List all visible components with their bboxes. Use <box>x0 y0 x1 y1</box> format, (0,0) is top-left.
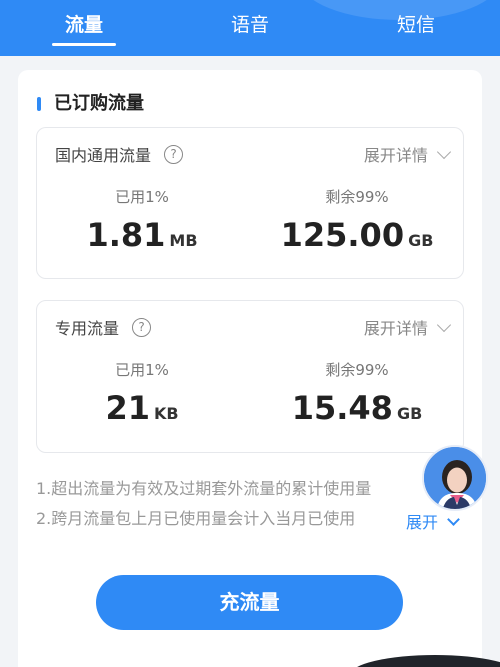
card-name: 专用流量 ? <box>55 317 152 341</box>
remaining-stat: 剩余99% 15.48 GB <box>267 359 447 427</box>
used-value: 21 KB <box>77 389 207 427</box>
used-value: 1.81 MB <box>77 216 207 254</box>
used-value-number: 21 <box>105 389 150 427</box>
used-stat: 已用1% 1.81 MB <box>77 186 207 254</box>
remaining-value: 125.00 GB <box>267 216 447 254</box>
flow-page: 流量 语音 短信 已订购流量 国内通用流量 ? 展开详情 已用1% 1.81 MB <box>0 0 500 667</box>
used-value-number: 1.81 <box>86 216 166 254</box>
notes-expand-label: 展开 <box>406 513 439 532</box>
customer-service-avatar[interactable] <box>422 445 488 511</box>
used-stat: 已用1% 21 KB <box>77 359 207 427</box>
used-label: 已用1% <box>115 361 169 379</box>
remaining-value-number: 15.48 <box>291 389 393 427</box>
used-value-unit: KB <box>153 404 179 423</box>
expand-details-button[interactable]: 展开详情 <box>363 317 452 341</box>
card-name: 国内通用流量 ? <box>55 144 184 168</box>
card-name-text: 专用流量 <box>55 319 120 338</box>
notes-expand-button[interactable]: 展开 <box>404 508 460 538</box>
section-title: 已订购流量 <box>36 90 144 118</box>
chevron-down-icon <box>436 317 452 333</box>
remaining-value-unit: GB <box>408 231 434 250</box>
note-item: 1.超出流量为有效及过期套外流量的累计使用量 <box>36 479 372 498</box>
tab-flow-label: 流量 <box>64 14 103 36</box>
tab-flow[interactable]: 流量 <box>52 10 116 46</box>
recharge-flow-label: 充流量 <box>219 590 280 614</box>
remaining-value: 15.48 GB <box>267 389 447 427</box>
top-tab-bar: 流量 语音 短信 <box>0 0 500 56</box>
remaining-stat: 剩余99% 125.00 GB <box>267 186 447 254</box>
remaining-value-unit: GB <box>396 404 423 423</box>
remaining-label: 剩余99% <box>325 361 389 379</box>
expand-details-label: 展开详情 <box>363 146 428 165</box>
expand-details-button[interactable]: 展开详情 <box>363 144 452 168</box>
used-label: 已用1% <box>115 188 169 206</box>
help-icon[interactable]: ? <box>132 318 152 337</box>
active-tab-indicator <box>52 43 116 46</box>
tab-voice-label: 语音 <box>230 14 269 36</box>
section-title-text: 已订购流量 <box>54 93 144 114</box>
dedicated-flow-card: 专用流量 ? 展开详情 已用1% 21 KB 剩余99% 15.48 GB <box>36 300 464 453</box>
tab-voice[interactable]: 语音 <box>222 10 278 40</box>
used-value-unit: MB <box>169 231 198 250</box>
notes-list: 1.超出流量为有效及过期套外流量的累计使用量 2.跨月流量包上月已使用量会计入当… <box>36 474 456 534</box>
card-name-text: 国内通用流量 <box>55 146 152 165</box>
remaining-value-number: 125.00 <box>280 216 405 254</box>
expand-details-label: 展开详情 <box>363 319 428 338</box>
chevron-down-icon <box>436 144 452 160</box>
domestic-flow-card: 国内通用流量 ? 展开详情 已用1% 1.81 MB 剩余99% 125.00 GB <box>36 127 464 279</box>
remaining-label: 剩余99% <box>325 188 389 206</box>
help-icon[interactable]: ? <box>164 145 184 164</box>
tab-sms-label: 短信 <box>396 14 435 36</box>
note-item: 2.跨月流量包上月已使用量会计入当月已使用 <box>36 509 356 528</box>
chevron-down-icon <box>447 513 460 526</box>
tab-sms[interactable]: 短信 <box>388 10 444 40</box>
recharge-flow-button[interactable]: 充流量 <box>96 575 403 630</box>
